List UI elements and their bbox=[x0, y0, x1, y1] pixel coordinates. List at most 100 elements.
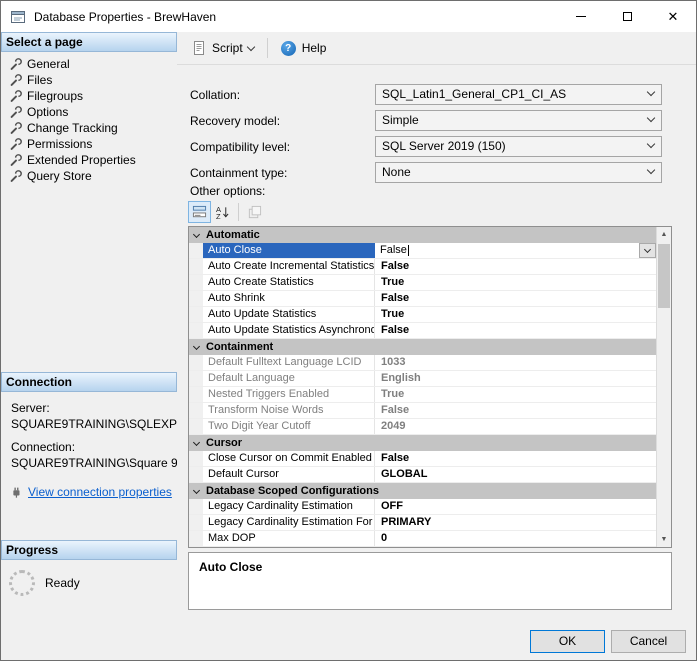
category-name: Cursor bbox=[206, 437, 242, 449]
sidebar-item-label: Options bbox=[27, 105, 68, 119]
collapse-chevron-icon[interactable] bbox=[193, 438, 200, 445]
titlebar[interactable]: Database Properties - BrewHaven ✕ bbox=[1, 1, 696, 32]
collation-select[interactable]: SQL_Latin1_General_CP1_CI_AS bbox=[375, 84, 662, 105]
property-row-close-cursor-on-commit-enabled[interactable]: Close Cursor on Commit EnabledFalse bbox=[189, 451, 656, 467]
property-value[interactable]: 1033 bbox=[375, 355, 656, 370]
property-value[interactable]: 2049 bbox=[375, 419, 656, 434]
categorized-button[interactable] bbox=[188, 201, 211, 223]
property-name: Auto Create Statistics bbox=[203, 275, 375, 290]
property-name: Auto Update Statistics bbox=[203, 307, 375, 322]
value-editor-text[interactable]: False bbox=[380, 243, 407, 258]
row-gutter bbox=[189, 403, 203, 418]
property-row-legacy-cardinality-estimation[interactable]: Legacy Cardinality EstimationOFF bbox=[189, 499, 656, 515]
scroll-up-button[interactable]: ▲ bbox=[657, 227, 671, 242]
help-button[interactable]: ? Help bbox=[275, 38, 333, 59]
collation-value: SQL_Latin1_General_CP1_CI_AS bbox=[382, 87, 566, 101]
property-description-panel: Auto Close bbox=[188, 552, 672, 610]
database-properties-window: Database Properties - BrewHaven ✕ Select… bbox=[0, 0, 697, 661]
property-row-auto-close[interactable]: Auto CloseFalse bbox=[189, 243, 656, 259]
category-row-automatic[interactable]: Automatic bbox=[189, 227, 656, 243]
category-row-containment[interactable]: Containment bbox=[189, 339, 656, 355]
recovery-model-select[interactable]: Simple bbox=[375, 110, 662, 131]
property-pages-icon bbox=[247, 205, 262, 220]
alphabetical-button[interactable]: A Z bbox=[211, 201, 234, 223]
property-row-two-digit-year-cutoff[interactable]: Two Digit Year Cutoff2049 bbox=[189, 419, 656, 435]
sidebar-item-extended-properties[interactable]: Extended Properties bbox=[1, 152, 177, 168]
row-gutter bbox=[189, 419, 203, 434]
window-controls: ✕ bbox=[558, 1, 696, 32]
sidebar-item-change-tracking[interactable]: Change Tracking bbox=[1, 120, 177, 136]
collapse-chevron-icon[interactable] bbox=[193, 486, 200, 493]
category-row-database-scoped-configurations[interactable]: Database Scoped Configurations bbox=[189, 483, 656, 499]
property-value[interactable]: False bbox=[375, 451, 656, 466]
property-row-auto-create-statistics[interactable]: Auto Create StatisticsTrue bbox=[189, 275, 656, 291]
property-value[interactable]: False bbox=[375, 243, 656, 258]
scroll-down-button[interactable]: ▼ bbox=[657, 532, 671, 547]
sidebar-item-filegroups[interactable]: Filegroups bbox=[1, 88, 177, 104]
minimize-button[interactable] bbox=[558, 1, 604, 32]
property-value[interactable]: False bbox=[375, 323, 656, 338]
property-row-nested-triggers-enabled[interactable]: Nested Triggers EnabledTrue bbox=[189, 387, 656, 403]
vertical-scrollbar[interactable]: ▲ ▼ bbox=[656, 227, 671, 547]
property-row-auto-create-incremental-statistics[interactable]: Auto Create Incremental StatisticsFalse bbox=[189, 259, 656, 275]
property-row-auto-update-statistics[interactable]: Auto Update StatisticsTrue bbox=[189, 307, 656, 323]
collapse-chevron-icon[interactable] bbox=[193, 230, 200, 237]
sidebar-item-options[interactable]: Options bbox=[1, 104, 177, 120]
property-value[interactable]: True bbox=[375, 307, 656, 322]
ok-button[interactable]: OK bbox=[530, 630, 605, 653]
sidebar-item-general[interactable]: General bbox=[1, 56, 177, 72]
property-value[interactable]: PRIMARY bbox=[375, 515, 656, 530]
property-row-default-language[interactable]: Default LanguageEnglish bbox=[189, 371, 656, 387]
script-button[interactable]: Script bbox=[185, 37, 260, 59]
property-name: Auto Create Incremental Statistics bbox=[203, 259, 375, 274]
property-value[interactable]: 0 bbox=[375, 531, 656, 546]
collation-label: Collation: bbox=[190, 88, 240, 102]
category-name: Database Scoped Configurations bbox=[206, 485, 379, 497]
cancel-button[interactable]: Cancel bbox=[611, 630, 686, 653]
property-value[interactable]: True bbox=[375, 387, 656, 402]
property-row-auto-update-statistics-asynchronously[interactable]: Auto Update Statistics AsynchronouslyFal… bbox=[189, 323, 656, 339]
row-gutter bbox=[189, 243, 203, 258]
category-row-cursor[interactable]: Cursor bbox=[189, 435, 656, 451]
property-value[interactable]: False bbox=[375, 291, 656, 306]
property-row-default-cursor[interactable]: Default CursorGLOBAL bbox=[189, 467, 656, 483]
sidebar-item-permissions[interactable]: Permissions bbox=[1, 136, 177, 152]
property-value[interactable]: True bbox=[375, 275, 656, 290]
collapse-chevron-icon[interactable] bbox=[193, 342, 200, 349]
property-value[interactable]: False bbox=[375, 259, 656, 274]
chevron-down-icon bbox=[647, 166, 655, 174]
row-gutter bbox=[189, 451, 203, 466]
select-page-header: Select a page bbox=[1, 32, 177, 52]
property-grid: AutomaticAuto CloseFalseAuto Create Incr… bbox=[188, 226, 672, 548]
property-value[interactable]: False bbox=[375, 403, 656, 418]
property-value[interactable]: GLOBAL bbox=[375, 467, 656, 482]
property-row-max-dop[interactable]: Max DOP0 bbox=[189, 531, 656, 547]
row-gutter bbox=[189, 371, 203, 386]
property-row-auto-shrink[interactable]: Auto ShrinkFalse bbox=[189, 291, 656, 307]
text-caret bbox=[408, 245, 409, 256]
maximize-button[interactable] bbox=[604, 1, 650, 32]
property-grid-rows: AutomaticAuto CloseFalseAuto Create Incr… bbox=[189, 227, 656, 547]
compatibility-level-select[interactable]: SQL Server 2019 (150) bbox=[375, 136, 662, 157]
page-wrench-icon bbox=[9, 138, 22, 151]
containment-type-select[interactable]: None bbox=[375, 162, 662, 183]
property-value[interactable]: OFF bbox=[375, 499, 656, 514]
chevron-down-icon bbox=[644, 246, 651, 253]
sidebar-item-files[interactable]: Files bbox=[1, 72, 177, 88]
property-row-default-fulltext-language-lcid[interactable]: Default Fulltext Language LCID1033 bbox=[189, 355, 656, 371]
property-value[interactable]: English bbox=[375, 371, 656, 386]
sidebar-item-query-store[interactable]: Query Store bbox=[1, 168, 177, 184]
view-connection-properties-link[interactable]: View connection properties bbox=[28, 485, 172, 499]
property-name: Default Fulltext Language LCID bbox=[203, 355, 375, 370]
sidebar: Select a page GeneralFilesFilegroupsOpti… bbox=[1, 32, 177, 660]
close-button[interactable]: ✕ bbox=[650, 1, 696, 32]
scrollbar-thumb[interactable] bbox=[658, 244, 670, 308]
progress-header: Progress bbox=[1, 540, 177, 560]
row-gutter bbox=[189, 515, 203, 530]
page-list: GeneralFilesFilegroupsOptionsChange Trac… bbox=[1, 52, 177, 184]
progress-spinner-icon bbox=[9, 570, 35, 596]
window-title: Database Properties - BrewHaven bbox=[34, 10, 216, 24]
value-dropdown-button[interactable] bbox=[639, 243, 656, 258]
property-row-transform-noise-words[interactable]: Transform Noise WordsFalse bbox=[189, 403, 656, 419]
property-row-legacy-cardinality-estimation-for-secondary[interactable]: Legacy Cardinality Estimation For Second… bbox=[189, 515, 656, 531]
